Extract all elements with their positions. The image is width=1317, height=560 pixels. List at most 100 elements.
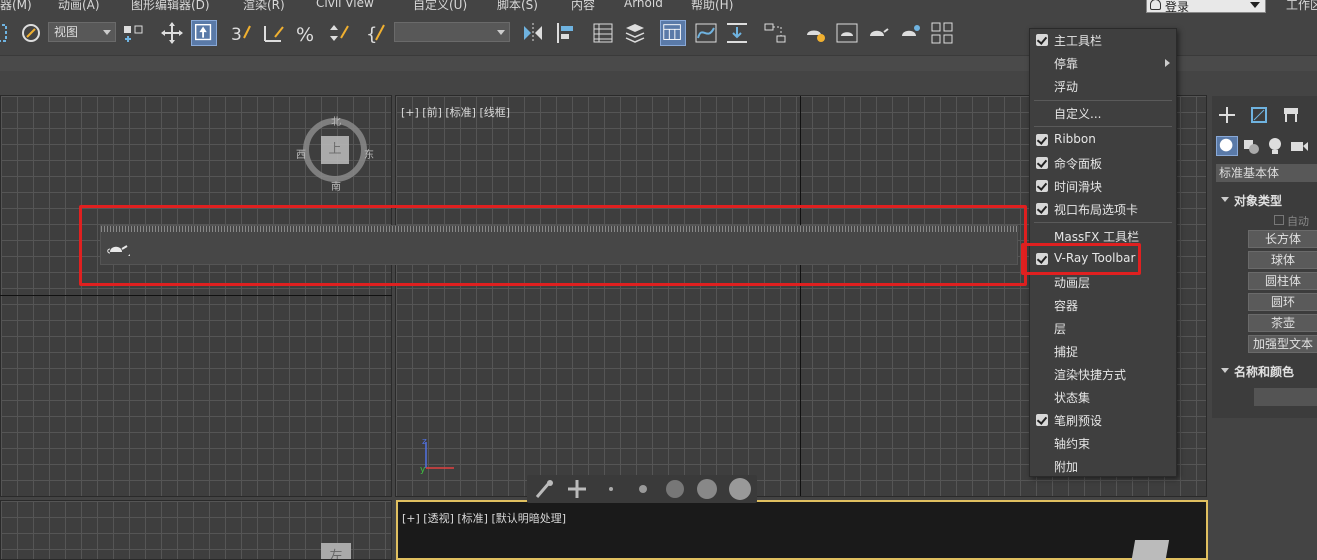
menu-item-rendering[interactable]: 渲染(R) xyxy=(243,0,285,12)
object-name-field[interactable] xyxy=(1254,388,1317,406)
perspective-viewport[interactable]: [+] [透视] [标准] [默认明暗处理] xyxy=(396,500,1208,560)
object-category-select[interactable]: 标准基本体 xyxy=(1216,164,1317,182)
menu-item-dock[interactable]: 停靠 xyxy=(1030,53,1176,73)
menu-item-arnold[interactable]: Arnold xyxy=(624,0,663,10)
menu-item-containers[interactable]: 容器 xyxy=(1030,295,1176,315)
render-grid-icon[interactable] xyxy=(929,20,955,46)
menu-item-label: 状态集 xyxy=(1054,391,1091,405)
brush-settings-icon[interactable] xyxy=(533,477,557,501)
menu-item-viewport-layout-tabs[interactable]: 视口布局选项卡 xyxy=(1030,199,1176,219)
menu-item-content[interactable]: 内容 xyxy=(571,0,595,12)
pivot-center-icon[interactable] xyxy=(120,20,146,46)
front-viewport-label[interactable]: [+] [前] [标准] [线框] xyxy=(401,104,510,120)
left-viewcube-face[interactable]: 左 xyxy=(321,543,351,559)
layer-explorer-icon[interactable] xyxy=(622,20,648,46)
brush-presets-toolbar xyxy=(527,475,757,503)
menu-item-render-shortcuts[interactable]: 渲染快捷方式 xyxy=(1030,364,1176,384)
menu-bar: 器(M) 动画(A) 图形编辑器(D) 渲染(R) Civil View 自定义… xyxy=(0,0,1317,12)
reference-coordinate-select[interactable]: 视图 xyxy=(48,22,116,42)
cameras-subtab-icon[interactable] xyxy=(1288,136,1310,156)
menu-item-animation-layers[interactable]: 动画层 xyxy=(1030,272,1176,292)
schematic-view-icon[interactable] xyxy=(762,20,788,46)
menu-item-state-sets[interactable]: 状态集 xyxy=(1030,387,1176,407)
menu-item-animation[interactable]: 动画(A) xyxy=(58,0,100,12)
autogrid-checkbox[interactable]: 自动 xyxy=(1274,213,1309,229)
menu-item-label: 附加 xyxy=(1054,460,1079,474)
menu-item-ribbon[interactable]: Ribbon xyxy=(1030,130,1176,150)
teapot-button[interactable]: 茶壶 xyxy=(1248,314,1317,332)
spinner-snap-icon[interactable] xyxy=(326,20,352,46)
menu-item-extras[interactable]: 附加 xyxy=(1030,456,1176,476)
menu-item-time-slider[interactable]: 时间滑块 xyxy=(1030,176,1176,196)
menu-item-modifiers[interactable]: 器(M) xyxy=(0,0,32,12)
menu-separator xyxy=(1034,100,1172,101)
viewcube-face-top[interactable]: 上 xyxy=(321,136,349,164)
brush-size-1[interactable] xyxy=(609,487,613,491)
toggle-ribbon-icon[interactable] xyxy=(660,20,686,46)
object-type-rollout-header[interactable]: 对象类型 xyxy=(1216,192,1317,210)
submenu-arrow-icon xyxy=(1165,59,1170,67)
menu-item-main-toolbar[interactable]: 主工具栏 xyxy=(1030,30,1176,50)
workspace-label[interactable]: 工作区 xyxy=(1286,0,1317,13)
menu-item-scripting[interactable]: 脚本(S) xyxy=(497,0,538,12)
rendered-frame-window-icon[interactable] xyxy=(834,20,860,46)
perspective-viewcube[interactable] xyxy=(1130,540,1170,560)
torus-button[interactable]: 圆环 xyxy=(1248,293,1317,311)
viewcube-south-label: 南 xyxy=(331,182,341,193)
modify-tab-icon[interactable] xyxy=(1248,104,1270,126)
menu-item-brush-presets[interactable]: 笔刷预设 xyxy=(1030,410,1176,430)
menu-item-layers[interactable]: 层 xyxy=(1030,318,1176,338)
select-move-icon[interactable] xyxy=(159,20,185,46)
percent-snap-icon[interactable]: % xyxy=(294,20,320,46)
lights-subtab-icon[interactable] xyxy=(1264,136,1286,156)
menu-item-snaps[interactable]: 捕捉 xyxy=(1030,341,1176,361)
edit-named-selection-icon[interactable]: { xyxy=(364,20,390,46)
render-setup-icon[interactable] xyxy=(802,20,828,46)
textplus-button[interactable]: 加强型文本 xyxy=(1248,335,1317,353)
select-manipulate-icon[interactable] xyxy=(191,20,217,46)
mirror-icon[interactable] xyxy=(520,20,546,46)
bind-space-warp-icon[interactable] xyxy=(18,20,44,46)
highlight-box-vray-toolbar xyxy=(79,205,1027,286)
box-button[interactable]: 长方体 xyxy=(1248,230,1317,248)
angle-snap-icon[interactable] xyxy=(261,20,287,46)
create-tab-icon[interactable] xyxy=(1216,104,1238,126)
scene-explorer-icon[interactable] xyxy=(590,20,616,46)
render-activeshade-icon[interactable] xyxy=(898,20,924,46)
brush-size-5[interactable] xyxy=(729,478,751,500)
left-viewport[interactable]: 左 xyxy=(0,500,392,560)
menu-item-help[interactable]: 帮助(H) xyxy=(691,0,733,12)
menu-item-axis-constraints[interactable]: 轴约束 xyxy=(1030,433,1176,453)
brush-size-4[interactable] xyxy=(697,479,717,499)
menu-item-label: 时间滑块 xyxy=(1054,180,1103,194)
named-selection-sets-select[interactable] xyxy=(394,22,510,42)
dope-sheet-icon[interactable] xyxy=(724,20,750,46)
svg-text:y: y xyxy=(420,465,426,475)
menu-item-command-panel[interactable]: 命令面板 xyxy=(1030,153,1176,173)
menu-item-float[interactable]: 浮动 xyxy=(1030,76,1176,96)
select-link-icon[interactable] xyxy=(0,20,14,46)
front-viewport-z-axis xyxy=(800,96,801,496)
snaps-toggle-icon[interactable]: 3 xyxy=(228,20,254,46)
perspective-viewport-label[interactable]: [+] [透视] [标准] [默认明暗处理] xyxy=(402,510,566,526)
cylinder-button[interactable]: 圆柱体 xyxy=(1248,272,1317,290)
menu-item-customize[interactable]: 自定义(U) xyxy=(413,0,467,12)
align-icon[interactable] xyxy=(553,20,579,46)
hierarchy-tab-icon[interactable] xyxy=(1280,104,1302,126)
menu-item-customize[interactable]: 自定义... xyxy=(1030,103,1176,123)
menu-item-civil-view[interactable]: Civil View xyxy=(316,0,374,10)
brush-size-3[interactable] xyxy=(666,480,684,498)
add-brush-icon[interactable] xyxy=(565,477,589,501)
brush-size-2[interactable] xyxy=(639,485,647,493)
render-production-icon[interactable] xyxy=(866,20,892,46)
menu-item-graph-editors[interactable]: 图形编辑器(D) xyxy=(131,0,210,12)
axis-tripod-icon: z y xyxy=(420,437,454,475)
command-panel: 标准基本体 对象类型 自动 长方体 球体 圆柱体 圆环 茶壶 加强型文本 名称和… xyxy=(1212,96,1317,418)
name-color-rollout-header[interactable]: 名称和颜色 xyxy=(1216,363,1317,381)
login-dropdown[interactable]: 登录 xyxy=(1146,0,1266,14)
menu-item-label: 层 xyxy=(1054,322,1067,336)
sphere-button[interactable]: 球体 xyxy=(1248,251,1317,269)
geometry-subtab[interactable] xyxy=(1216,136,1238,156)
curve-editor-icon[interactable] xyxy=(693,20,719,46)
shapes-subtab-icon[interactable] xyxy=(1240,136,1262,156)
